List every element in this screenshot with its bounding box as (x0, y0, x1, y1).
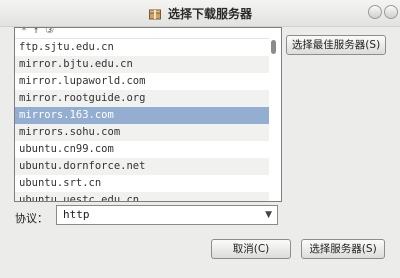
server-list-item[interactable]: mirror.rootguide.org (15, 90, 269, 107)
dropdown-arrow-icon: ▼ (265, 210, 272, 220)
server-list[interactable]: * ↑ ③ ftp.sjtu.edu.cn mirror.bjtu.edu.cn m… (14, 27, 282, 202)
list-header: * ↑ ③ (15, 28, 269, 39)
package-icon (148, 7, 162, 21)
protocol-select[interactable]: http ▼ (56, 205, 278, 225)
cancel-button[interactable]: 取消(C) (211, 239, 291, 259)
close-button[interactable] (384, 5, 398, 19)
list-header-text: * ↑ ③ (21, 27, 55, 36)
vertical-scrollbar[interactable] (269, 29, 280, 200)
server-list-item[interactable]: mirrors.sohu.com (15, 124, 269, 141)
select-best-server-button[interactable]: 选择最佳服务器(S) (286, 35, 386, 55)
title-bar: 选择下载服务器 (0, 0, 400, 27)
title-group: 选择下载服务器 (0, 5, 400, 22)
server-list-item[interactable]: ubuntu.cn99.com (15, 141, 269, 158)
window-title: 选择下载服务器 (167, 7, 252, 21)
server-list-item[interactable]: ftp.sjtu.edu.cn (15, 39, 269, 56)
server-list-item[interactable]: mirror.bjtu.edu.cn (15, 56, 269, 73)
protocol-value: http (63, 208, 90, 221)
server-list-item[interactable]: ubuntu.dornforce.net (15, 158, 269, 175)
minimize-button[interactable] (368, 5, 382, 19)
server-rows: ftp.sjtu.edu.cn mirror.bjtu.edu.cn mirror.… (15, 39, 269, 201)
server-list-item[interactable]: mirror.lupaworld.com (15, 73, 269, 90)
server-list-item[interactable]: ubuntu.srt.cn (15, 175, 269, 192)
protocol-label: 协议： (15, 212, 48, 225)
scrollbar-thumb[interactable] (271, 40, 276, 55)
server-list-item[interactable]: ubuntu.uestc.edu.cn (15, 192, 269, 201)
server-list-item[interactable]: mirrors.163.com (15, 107, 269, 124)
select-server-button[interactable]: 选择服务器(S) (301, 239, 385, 259)
